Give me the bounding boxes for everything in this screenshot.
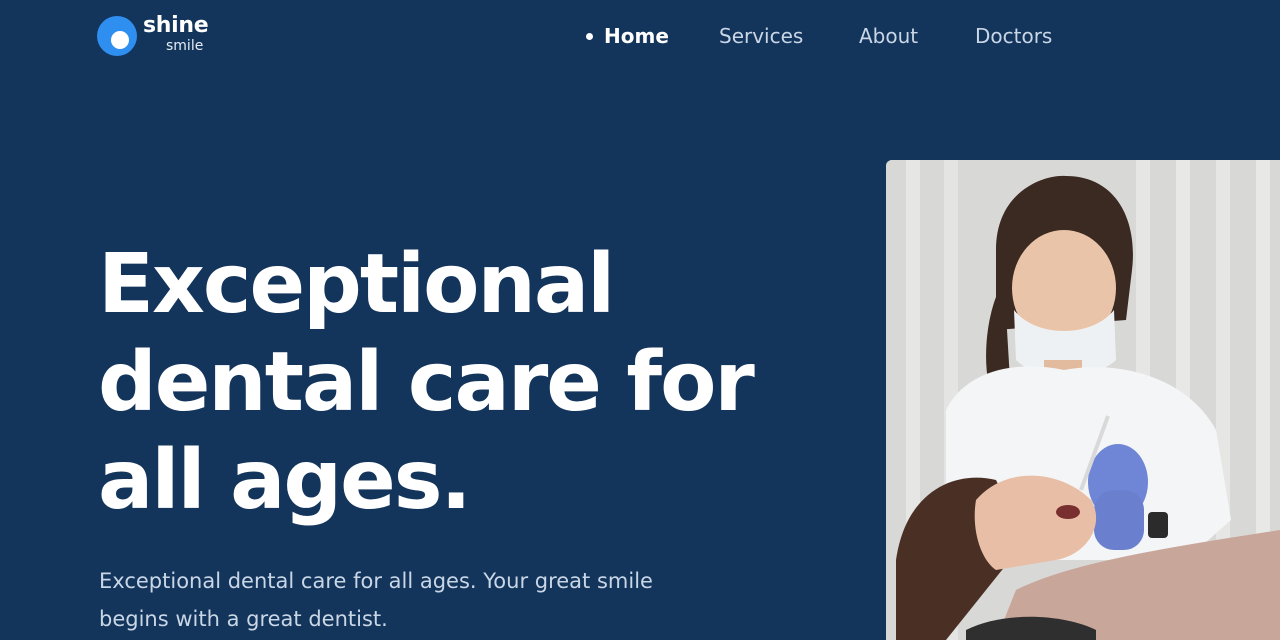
hero-subtitle: Exceptional dental care for all ages. Yo… <box>99 569 653 631</box>
active-indicator-dot <box>586 33 593 40</box>
hero-image-dentist <box>886 160 1280 640</box>
circle-logo-icon <box>97 16 137 56</box>
nav-home[interactable]: Home <box>604 22 669 50</box>
nav-services[interactable]: Services <box>719 22 803 50</box>
dentist-photo-illustration <box>886 160 1280 640</box>
nav-about[interactable]: About <box>859 22 918 50</box>
brand-logo[interactable]: shine smile <box>97 14 217 58</box>
nav-doctors[interactable]: Doctors <box>975 22 1052 50</box>
brand-name: shine <box>143 13 209 38</box>
hero-title: Exceptional dental care for all ages. <box>98 237 755 528</box>
site-header: shine smile Home Services About Doctors <box>0 0 1280 72</box>
brand-tagline: smile <box>166 38 204 54</box>
